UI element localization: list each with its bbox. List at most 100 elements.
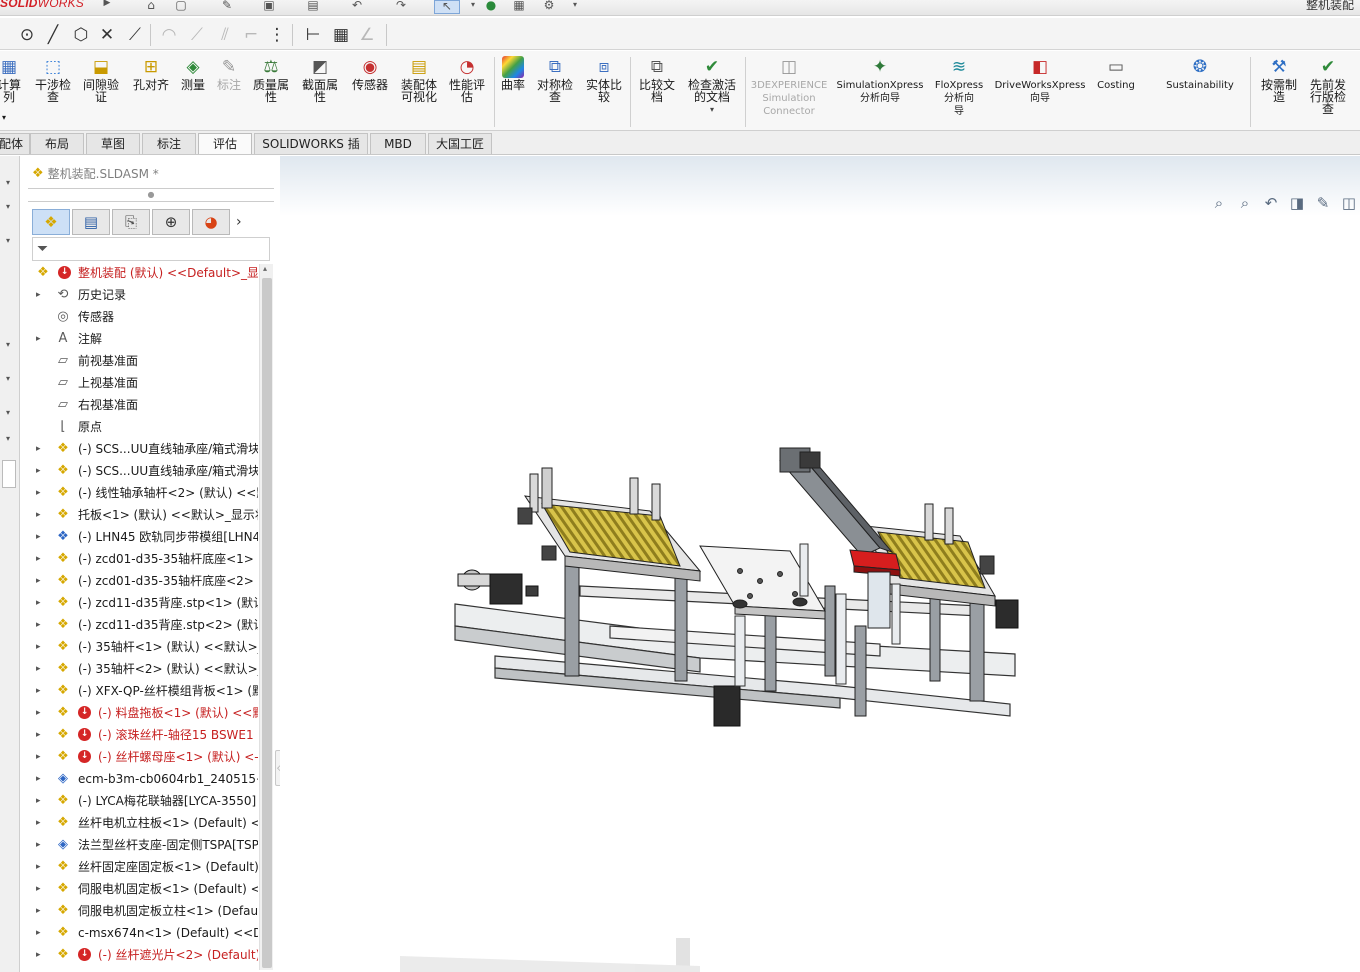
expand-arrow-icon[interactable]: ▸ — [36, 658, 46, 680]
3dexperience-simulation-connector-button[interactable]: ◫ 3DEXPERIENCE Simulation Connector — [748, 53, 830, 127]
expand-arrow-icon[interactable]: ▸ — [36, 636, 46, 658]
chevron-down-icon[interactable]: ▾ — [6, 236, 10, 245]
symmetry-check-button[interactable]: ⧉ 对称检 查 — [532, 53, 578, 127]
expand-arrow-icon[interactable]: ▸ — [36, 570, 46, 592]
left-strip-panel[interactable] — [2, 460, 16, 488]
expand-arrow-icon[interactable]: ▸ — [36, 878, 46, 900]
check-document-dropdown-icon[interactable]: ▾ — [710, 105, 714, 114]
tree-node[interactable]: ❖ ↓ 整机装配 (默认) <<Default>_显示 — [32, 262, 258, 284]
grid-icon[interactable]: ▦ — [330, 24, 352, 46]
chevron-down-icon[interactable]: ▾ — [6, 202, 10, 211]
tree-node[interactable]: ▸ ❖ ↓ (-) 滚珠丝杆-轴径15 BSWE1 — [32, 724, 258, 746]
property-manager-icon[interactable]: ▤ — [72, 209, 110, 235]
tree-node[interactable]: ▸ ❖ 伺服电机固定板<1> (Default) <- — [32, 878, 258, 900]
tree-node[interactable]: ▸ ❖ 丝杆电机立柱板<1> (Default) <- — [32, 812, 258, 834]
home-icon[interactable]: ⌂ — [142, 0, 160, 14]
expand-arrow-icon[interactable]: ▸ — [36, 834, 46, 856]
chevron-down-icon[interactable]: ▾ — [6, 178, 10, 187]
measure-button[interactable]: ◈ 测量 — [176, 53, 210, 127]
expand-arrow-icon[interactable]: ▸ — [36, 702, 46, 724]
tree-node[interactable]: ▸ ❖ (-) 线性轴承轴杆<2> (默认) <<默 — [32, 482, 258, 504]
tree-node[interactable]: ▸ ❖ (-) zcd01-d35-35轴杆底座<2> ( — [32, 570, 258, 592]
chevron-down-icon[interactable]: ▾ — [6, 374, 10, 383]
compare-bodies-button[interactable]: ⧈ 实体比 较 — [580, 53, 628, 127]
chevron-down-icon[interactable]: ▾ — [6, 340, 10, 349]
undo-icon[interactable]: ↶ — [348, 0, 366, 14]
tree-scrollbar[interactable]: ▴ — [259, 264, 273, 970]
circle-icon[interactable]: ⊙ — [16, 24, 38, 46]
tree-node[interactable]: ▸ ❖ (-) SCS...UU直线轴承座/箱式滑块 — [32, 460, 258, 482]
tree-node[interactable]: ▸ ❖ (-) 35轴杆<2> (默认) <<默认>_ — [32, 658, 258, 680]
check-active-document-button[interactable]: ✔ 检查激活 的文档 ▾ — [682, 53, 742, 127]
sketch-fillet-icon[interactable]: ◠ — [158, 24, 180, 46]
expand-arrow-icon[interactable]: ▸ — [36, 548, 46, 570]
expand-arrow-icon[interactable]: ▸ — [36, 944, 46, 966]
line-icon[interactable]: ╱ — [42, 24, 64, 46]
tree-node[interactable]: ▸ ❖ 伺服电机固定板立柱<1> (Defaul — [32, 900, 258, 922]
expand-arrow-icon[interactable]: ▸ — [36, 614, 46, 636]
tab-solidworks-addins[interactable]: SOLIDWORKS 插件 — [254, 133, 368, 172]
expand-arrow-icon[interactable]: ▸ — [36, 724, 46, 746]
chevron-right-icon[interactable]: › — [236, 214, 242, 230]
select-icon[interactable]: ↖ — [434, 0, 460, 14]
rebuild-icon[interactable]: ● — [482, 0, 500, 14]
polygon-icon[interactable]: ⬡ — [70, 24, 92, 46]
tab-evaluate[interactable]: 评估 — [198, 133, 252, 154]
tree-node[interactable]: ▸ ◈ ecm-b3m-cb0604rb1_240515< — [32, 768, 258, 790]
tree-node[interactable]: ▸ ❖ (-) 35轴杆<1> (默认) <<默认>_ — [32, 636, 258, 658]
expand-arrow-icon[interactable]: ▸ — [36, 856, 46, 878]
expand-arrow-icon[interactable]: ▸ — [36, 328, 46, 350]
chevron-down-icon[interactable]: ▾ — [6, 434, 10, 443]
move-entities-icon[interactable]: ∠ — [356, 24, 378, 46]
trim-entities-icon[interactable]: ✕ — [96, 24, 118, 46]
driveworksxpress-button[interactable]: ◧ DriveWorksXpress 向导 — [990, 53, 1090, 127]
redo-icon[interactable]: ↷ — [392, 0, 410, 14]
tree-node[interactable]: ▸ ❖ ↓ (-) 料盘拖板<1> (默认) <<默 — [32, 702, 258, 724]
chevron-down-icon[interactable]: ▾ — [6, 408, 10, 417]
tree-node[interactable]: ▸ ❖ (-) LHN45 欧轨同步带模组[LHN4 — [32, 526, 258, 548]
scrollbar-thumb[interactable] — [262, 278, 272, 968]
menu-arrow-icon[interactable]: ▶ — [98, 0, 116, 12]
tab-mbd[interactable]: MBD — [370, 133, 426, 154]
expand-arrow-icon[interactable]: ▸ — [36, 746, 46, 768]
sensor-button[interactable]: ◉ 传感器 — [346, 53, 394, 127]
tab-layout[interactable]: 布局 — [30, 133, 84, 154]
clearance-verification-button[interactable]: ⬓ 间隙验 证 — [78, 53, 124, 127]
tree-node[interactable]: ▱ 右视基准面 — [32, 394, 258, 416]
expand-arrow-icon[interactable]: ▸ — [36, 526, 46, 548]
document-header[interactable]: ❖ 整机装配.SLDASM * — [32, 160, 272, 186]
expand-arrow-icon[interactable]: ▸ — [36, 812, 46, 834]
tree-node[interactable]: ▸ ❖ (-) LYCA梅花联轴器[LYCA-3550] — [32, 790, 258, 812]
new-document-icon[interactable]: ▢ — [172, 0, 190, 14]
print-icon[interactable]: ▤ — [304, 0, 322, 14]
expand-arrow-icon[interactable]: ▸ — [36, 680, 46, 702]
expand-arrow-icon[interactable]: ▸ — [36, 284, 46, 306]
mass-properties-button[interactable]: ⚖ 质量属 性 — [248, 53, 294, 127]
scroll-up-icon[interactable]: ▴ — [263, 264, 267, 273]
tree-node[interactable]: ▸ ❖ (-) XFX-QP-丝杆模组背板<1> (默 — [32, 680, 258, 702]
linear-pattern-icon[interactable]: ⊢ — [302, 24, 324, 46]
ribbon-dropdown-icon[interactable]: ▾ — [2, 113, 6, 123]
interference-check-button[interactable]: ⬚ 干涉检 查 — [30, 53, 76, 127]
simulationxpress-button[interactable]: ✦ SimulationXpress 分析向导 — [832, 53, 928, 127]
expand-arrow-icon[interactable]: ▸ — [36, 790, 46, 812]
performance-evaluation-button[interactable]: ◔ 性能评 估 — [444, 53, 490, 127]
manufacture-on-demand-button[interactable]: ⚒ 按需制 造 — [1256, 53, 1302, 127]
tree-node[interactable]: ▱ 前视基准面 — [32, 350, 258, 372]
tree-node[interactable]: ▸ A 注解 — [32, 328, 258, 350]
tab-sketch[interactable]: 草图 — [86, 133, 140, 154]
costing-button[interactable]: ▭ Costing — [1092, 53, 1140, 127]
tab-custom[interactable]: 大国工匠 — [428, 133, 492, 154]
expand-arrow-icon[interactable]: ▸ — [36, 922, 46, 944]
tree-node[interactable]: ▸ ❖ (-) zcd11-d35背座.stp<2> (默认 — [32, 614, 258, 636]
options-dropdown-icon[interactable]: ▾ — [566, 0, 584, 14]
section-properties-button[interactable]: ◩ 截面属 性 — [296, 53, 344, 127]
compare-documents-button[interactable]: ⧉ 比较文 档 — [634, 53, 680, 127]
featuremanager-tree-icon[interactable]: ❖ — [32, 209, 70, 235]
tree-node[interactable]: ◎ 传感器 — [32, 306, 258, 328]
markup-button[interactable]: ✎ 标注 — [212, 53, 246, 127]
tree-node[interactable]: ▸ ⟲ 历史记录 — [32, 284, 258, 306]
tree-node[interactable]: ▸ ❖ (-) SCS...UU直线轴承座/箱式滑块 — [32, 438, 258, 460]
expand-arrow-icon[interactable]: ▸ — [36, 460, 46, 482]
expand-arrow-icon[interactable]: ▸ — [36, 438, 46, 460]
